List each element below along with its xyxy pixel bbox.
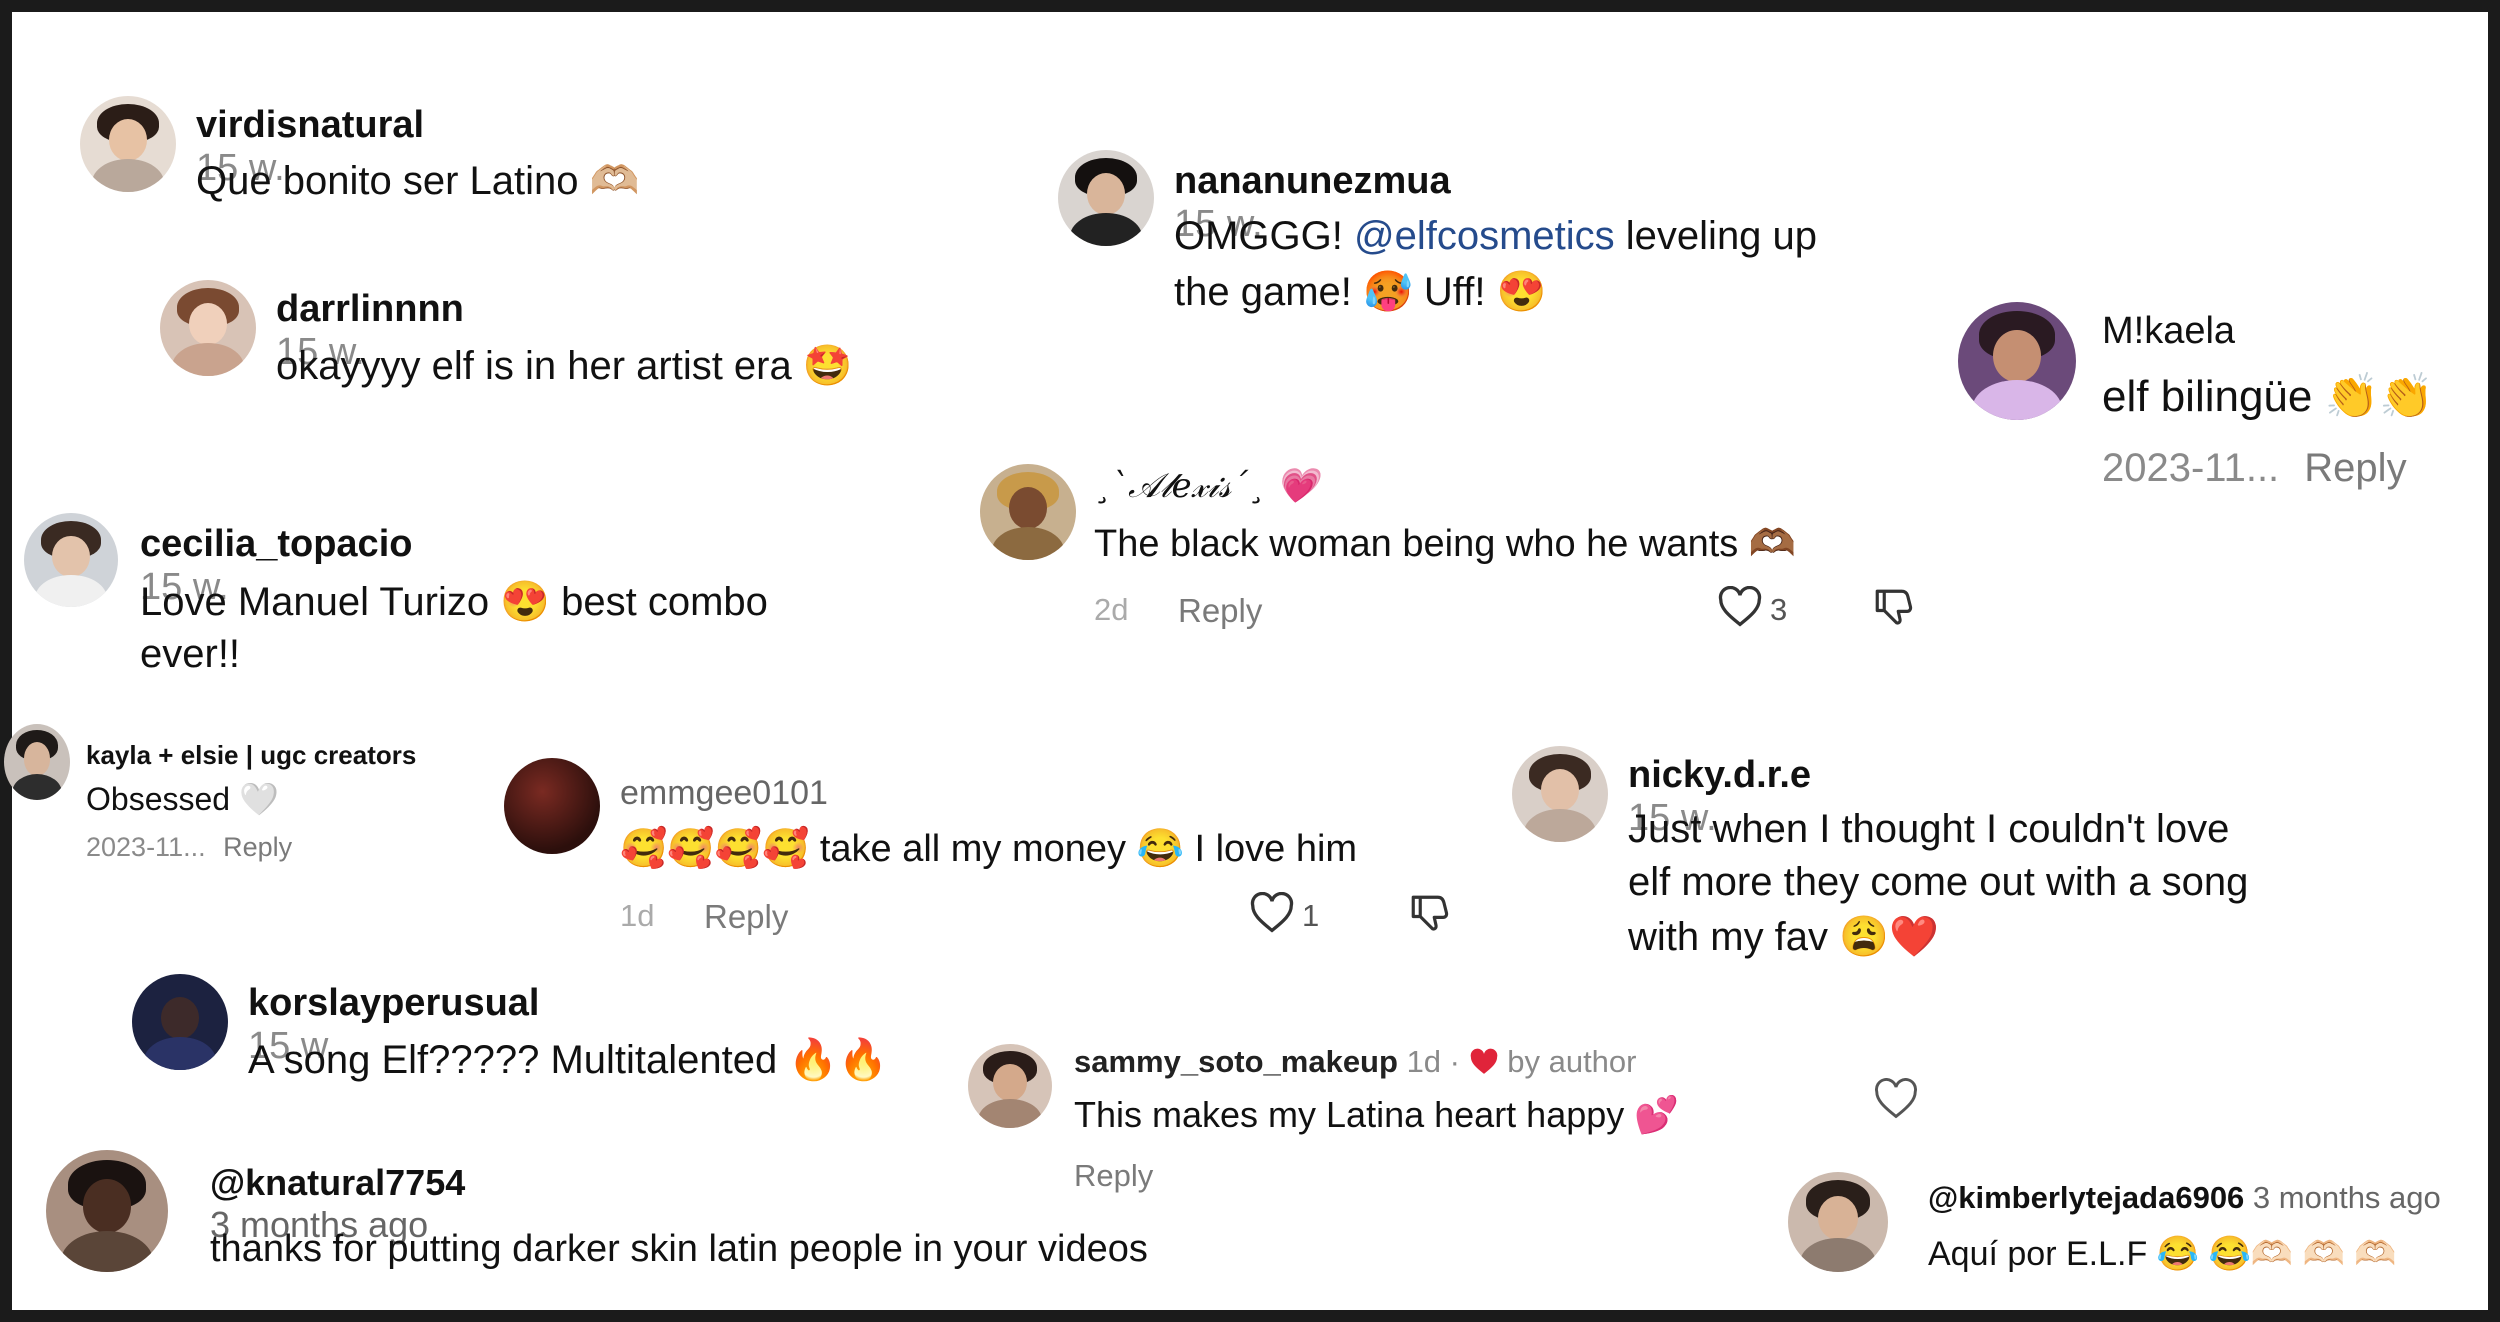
comment-text: okayyyy elf is in her artist era 🤩 xyxy=(276,344,853,388)
username[interactable]: emmgee0101 xyxy=(620,774,828,813)
comment-text-line-2: elf more they come out with a song xyxy=(1628,860,2249,904)
heart-outline-icon[interactable] xyxy=(1874,1078,1918,1120)
avatar[interactable] xyxy=(1512,746,1608,842)
comment-text: elf bilingüe 👏👏 xyxy=(2102,372,2435,421)
avatar[interactable] xyxy=(80,96,176,192)
text-part: leveling up xyxy=(1614,214,1818,258)
username[interactable]: kayla + elsie | ugc creators xyxy=(86,740,416,771)
heart-outline-icon[interactable] xyxy=(1250,892,1294,934)
comment-text: Obsessed 🤍 xyxy=(86,781,279,817)
avatar[interactable] xyxy=(504,758,600,854)
username[interactable]: @knatural7754 xyxy=(210,1162,465,1203)
like-count: 3 xyxy=(1770,592,1788,627)
comment-age: 2d xyxy=(1094,592,1129,627)
dislike-icon[interactable] xyxy=(1408,892,1450,934)
text-part: OMGGG! xyxy=(1174,214,1354,258)
comment-age: 1d xyxy=(620,898,655,933)
reply-button[interactable]: Reply xyxy=(2304,446,2406,490)
comment-text: thanks for putting darker skin latin peo… xyxy=(210,1228,1148,1270)
avatar[interactable] xyxy=(980,464,1076,560)
comment-text-line-1: Love Manuel Turizo 😍 best combo xyxy=(140,580,768,624)
reply-button[interactable]: Reply xyxy=(1178,592,1262,630)
username[interactable]: ¸`𝒜𝓁𝑒𝓍𝒾𝓈´¸ 💗 xyxy=(1094,466,1318,506)
dislike-icon[interactable] xyxy=(1872,586,1914,628)
username[interactable]: @kimberlytejada6906 xyxy=(1928,1180,2244,1215)
comment-text: Que bonito ser Latino 🫶🏼 xyxy=(196,159,640,203)
comment-text-line-2: ever!! xyxy=(140,632,241,676)
username[interactable]: nananunezmua xyxy=(1174,160,1451,202)
avatar[interactable] xyxy=(24,513,118,607)
username[interactable]: virdisnatural xyxy=(196,104,424,146)
avatar[interactable] xyxy=(46,1150,168,1272)
reply-button[interactable]: Reply xyxy=(1074,1158,1153,1194)
avatar[interactable] xyxy=(1958,302,2076,420)
avatar[interactable] xyxy=(968,1044,1052,1128)
timestamp: 3 months ago xyxy=(2252,1180,2441,1215)
comment-text: The black woman being who he wants 🫶🏾 xyxy=(1094,523,1797,565)
comment-text: A song Elf????? Multitalented 🔥🔥 xyxy=(248,1038,888,1082)
comment-text-line-1: Just when I thought I couldn't love xyxy=(1628,807,2230,851)
reply-button[interactable]: Reply xyxy=(704,898,788,936)
username[interactable]: nicky.d.r.e xyxy=(1628,754,1811,796)
username[interactable]: korslayperusual xyxy=(248,982,539,1024)
comment-date: 2023-11... xyxy=(2102,446,2280,490)
avatar[interactable] xyxy=(4,724,70,800)
username[interactable]: cecilia_topacio xyxy=(140,523,412,565)
collage-frame: virdisnatural 15 w. Que bonito ser Latin… xyxy=(0,0,2500,1322)
heart-filled-icon xyxy=(1470,1048,1497,1074)
username[interactable]: darrlinnnn xyxy=(276,288,464,330)
mention-link[interactable]: @elfcosmetics xyxy=(1354,214,1615,258)
avatar[interactable] xyxy=(132,974,228,1070)
comment-text: Aquí por E.L.F 😂 😂🫶🏻 🫶🏻 🫶🏻 xyxy=(1928,1235,2397,1273)
heart-outline-icon[interactable] xyxy=(1718,586,1762,628)
username[interactable]: sammy_soto_makeup xyxy=(1074,1044,1398,1079)
comment-date: 2023-11... xyxy=(86,832,206,862)
reply-button[interactable]: Reply xyxy=(223,832,292,862)
avatar[interactable] xyxy=(1788,1172,1888,1272)
comment-text-line-2: the game! 🥵 Uff! 😍 xyxy=(1174,270,1547,314)
timestamp: 1d · xyxy=(1406,1044,1460,1079)
author-like-label: by author xyxy=(1507,1044,1637,1079)
like-count: 1 xyxy=(1302,898,1320,933)
username[interactable]: M!kaela xyxy=(2102,310,2235,353)
avatar[interactable] xyxy=(1058,150,1154,246)
comment-text-line-3: with my fav 😩❤️ xyxy=(1628,915,1939,959)
comment-text: This makes my Latina heart happy 💕 xyxy=(1074,1094,1680,1135)
comment-text-line-1: OMGGG! @elfcosmetics leveling up xyxy=(1174,214,1817,259)
avatar[interactable] xyxy=(160,280,256,376)
comment-text: 🥰🥰🥰🥰 take all my money 😂 I love him xyxy=(620,828,1358,870)
